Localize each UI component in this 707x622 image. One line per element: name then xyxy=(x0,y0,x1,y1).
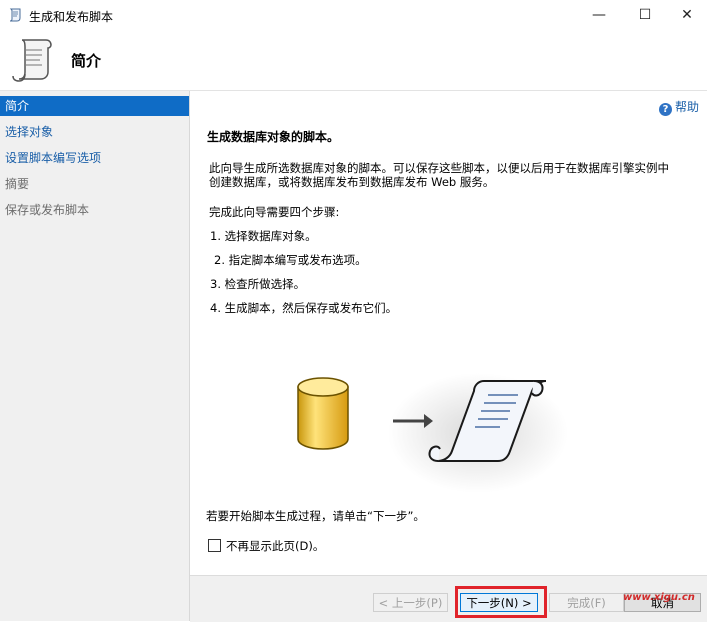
wizard-sidebar: 简介 选择对象 设置脚本编写选项 摘要 保存或发布脚本 xyxy=(0,91,190,621)
previous-button: < 上一步(P) xyxy=(373,593,448,612)
sidebar-item-save-publish: 保存或发布脚本 xyxy=(5,203,90,217)
dont-show-again-checkbox[interactable] xyxy=(208,539,221,552)
step-item: 3. 检查所做选择。 xyxy=(210,277,306,291)
description: 此向导生成所选数据库对象的脚本。可以保存这些脚本，以便以后用于在数据库引擎实例中… xyxy=(209,161,699,189)
sidebar-item-select-objects[interactable]: 选择对象 xyxy=(0,122,189,142)
database-to-script-illustration xyxy=(297,373,568,493)
step-item: 2. 指定脚本编写或发布选项。 xyxy=(214,253,367,267)
sidebar-item-summary: 摘要 xyxy=(5,177,30,191)
window-title: 生成和发布脚本 xyxy=(29,10,114,24)
help-link[interactable]: ? 帮助 xyxy=(658,98,699,116)
maximize-button[interactable]: ☐ xyxy=(622,0,668,30)
description-line-2: 创建数据库，或将数据库发布到数据库发布 Web 服务。 xyxy=(209,175,495,189)
start-instruction: 若要开始脚本生成过程，请单击“下一步”。 xyxy=(206,509,425,523)
dont-show-again-label: 不再显示此页(D)。 xyxy=(226,539,325,553)
wizard-header: 简介 xyxy=(0,30,707,91)
step-item: 4. 生成脚本，然后保存或发布它们。 xyxy=(210,301,398,315)
page-title: 简介 xyxy=(71,52,102,70)
dont-show-again-option[interactable]: 不再显示此页(D)。 xyxy=(208,538,324,554)
description-line-1: 此向导生成所选数据库对象的脚本。可以保存这些脚本，以便以后用于在数据库引擎实例中 xyxy=(209,161,669,175)
help-label: 帮助 xyxy=(674,100,699,114)
steps-intro: 完成此向导需要四个步骤: xyxy=(209,205,340,219)
title-bar: 生成和发布脚本 — ☐ ✕ xyxy=(0,0,707,30)
step-item: 1. 选择数据库对象。 xyxy=(210,229,317,243)
content-heading: 生成数据库对象的脚本。 xyxy=(207,130,340,144)
watermark: www.xigu.cn xyxy=(623,592,695,603)
close-button[interactable]: ✕ xyxy=(667,0,707,30)
finish-button: 完成(F) xyxy=(549,593,624,612)
scroll-icon xyxy=(9,8,21,22)
help-icon: ? xyxy=(658,103,672,116)
wizard-footer: < 上一步(P) 下一步(N) > 完成(F) 取消 www.xigu.cn xyxy=(190,575,707,622)
next-button[interactable]: 下一步(N) > xyxy=(460,593,538,612)
wizard-content: ? 帮助 生成数据库对象的脚本。 此向导生成所选数据库对象的脚本。可以保存这些脚本… xyxy=(190,91,707,575)
minimize-button[interactable]: — xyxy=(576,0,622,30)
script-scroll-icon xyxy=(12,39,52,82)
database-icon xyxy=(297,377,349,450)
sidebar-item-scripting-options[interactable]: 设置脚本编写选项 xyxy=(0,148,189,168)
sidebar-item-intro[interactable]: 简介 xyxy=(0,96,189,116)
